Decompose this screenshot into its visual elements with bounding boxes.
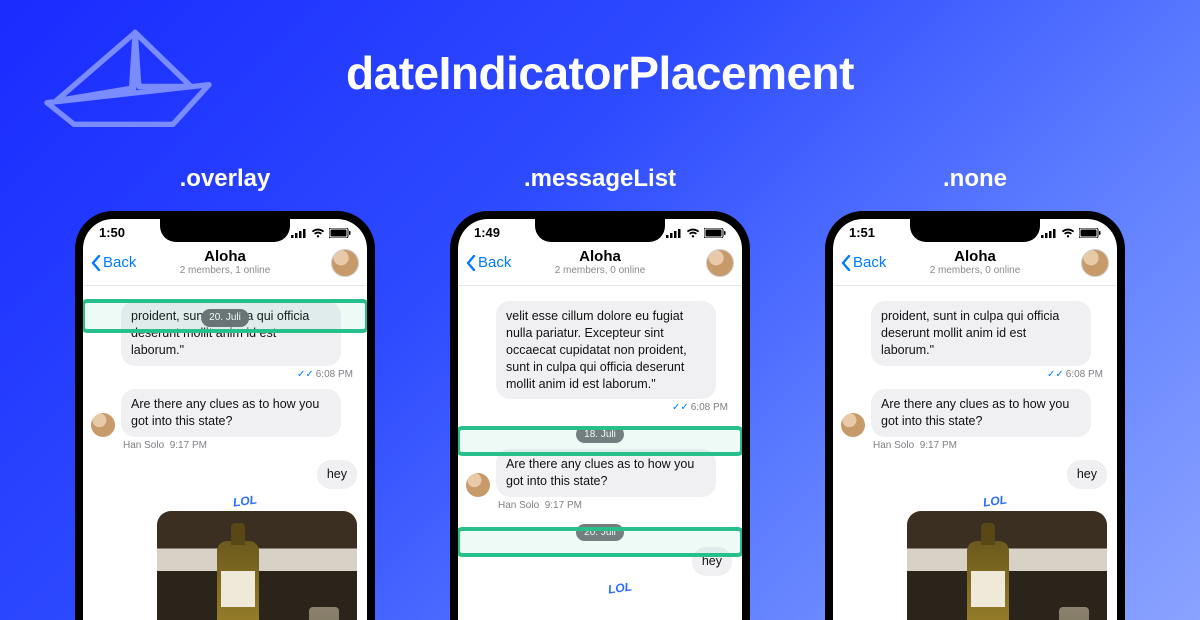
sender-line: Han Solo 9:17 PM — [833, 439, 1117, 457]
back-button[interactable]: Back — [91, 254, 136, 271]
message-out: hey — [317, 460, 357, 489]
message-in: Are there any clues as to how you got in… — [871, 389, 1091, 437]
message-in: velit esse cillum dolore eu fugiat nulla… — [496, 301, 716, 399]
date-pill: 20. Juli — [576, 524, 624, 542]
back-button[interactable]: Back — [466, 254, 511, 271]
reaction-lol: LOL — [607, 578, 633, 597]
col-none: .none 1:51 Back Aloha 2 members, 0 onlin — [825, 165, 1125, 620]
chevron-left-icon — [841, 255, 851, 271]
avatar — [841, 413, 865, 437]
page-title: dateIndicatorPlacement — [0, 46, 1200, 100]
message-out: hey — [1067, 460, 1107, 489]
avatar[interactable] — [1081, 249, 1109, 277]
wifi-icon — [686, 228, 700, 238]
columns: .overlay 1:50 Back Aloha 2 members, 1 on — [0, 165, 1200, 620]
col-label-overlay: .overlay — [180, 165, 271, 193]
chevron-left-icon — [91, 255, 101, 271]
message-timestamp: ✓✓6:08 PM — [833, 368, 1117, 386]
notch — [535, 218, 665, 242]
chat-area[interactable]: proident, sunt in culpa qui officia dese… — [833, 299, 1117, 620]
chevron-left-icon — [466, 255, 476, 271]
col-overlay: .overlay 1:50 Back Aloha 2 members, 1 on — [75, 165, 375, 620]
date-separator: 20. Juli — [458, 523, 742, 542]
status-icons — [291, 228, 351, 238]
status-time: 1:51 — [849, 225, 875, 240]
avatar — [91, 413, 115, 437]
back-label: Back — [103, 254, 136, 271]
battery-icon — [329, 228, 351, 238]
message-timestamp: ✓✓6:08 PM — [83, 368, 367, 386]
col-label-messagelist: .messageList — [524, 165, 676, 193]
sender-line: Han Solo 9:17 PM — [458, 499, 742, 517]
message-image[interactable] — [907, 511, 1107, 620]
battery-icon — [704, 228, 726, 238]
reaction-lol: LOL — [232, 492, 258, 511]
signal-icon — [1041, 228, 1057, 238]
avatar[interactable] — [706, 249, 734, 277]
back-button[interactable]: Back — [841, 254, 886, 271]
chat-area[interactable]: velit esse cillum dolore eu fugiat nulla… — [458, 299, 742, 620]
message-in: Are there any clues as to how you got in… — [121, 389, 341, 437]
read-check-icon: ✓✓ — [297, 369, 314, 380]
message-out: hey — [692, 547, 732, 576]
wifi-icon — [1061, 228, 1075, 238]
notch — [160, 218, 290, 242]
date-pill: 18. Juli — [576, 426, 624, 444]
phone-none: 1:51 Back Aloha 2 members, 0 online — [825, 211, 1125, 620]
message-in: Are there any clues as to how you got in… — [496, 449, 716, 497]
read-check-icon: ✓✓ — [1047, 369, 1064, 380]
wifi-icon — [311, 228, 325, 238]
sender-line: Han Solo 9:17 PM — [83, 439, 367, 457]
col-label-none: .none — [943, 165, 1007, 193]
status-time: 1:49 — [474, 225, 500, 240]
date-separator: 18. Juli — [458, 425, 742, 444]
nav-bar: Back Aloha 2 members, 1 online — [83, 242, 367, 286]
notch — [910, 218, 1040, 242]
status-icons — [666, 228, 726, 238]
battery-icon — [1079, 228, 1101, 238]
back-label: Back — [853, 254, 886, 271]
message-image[interactable] — [157, 511, 357, 620]
chat-area[interactable]: proident, sunt in culpa qui officia dese… — [83, 299, 367, 620]
message-in: proident, sunt in culpa qui officia dese… — [871, 301, 1091, 366]
read-check-icon: ✓✓ — [672, 402, 689, 413]
date-overlay-pill: 20. Juli — [201, 309, 249, 327]
nav-bar: Back Aloha 2 members, 0 online — [833, 242, 1117, 286]
reaction-lol: LOL — [982, 492, 1008, 511]
nav-bar: Back Aloha 2 members, 0 online — [458, 242, 742, 286]
status-icons — [1041, 228, 1101, 238]
col-messagelist: .messageList 1:49 Back Aloha 2 members, — [450, 165, 750, 620]
signal-icon — [666, 228, 682, 238]
avatar[interactable] — [331, 249, 359, 277]
phone-messagelist: 1:49 Back Aloha 2 members, 0 online — [450, 211, 750, 620]
back-label: Back — [478, 254, 511, 271]
phone-overlay: 1:50 Back Aloha 2 members, 1 online — [75, 211, 375, 620]
message-timestamp: ✓✓6:08 PM — [458, 401, 742, 419]
signal-icon — [291, 228, 307, 238]
status-time: 1:50 — [99, 225, 125, 240]
avatar — [466, 473, 490, 497]
